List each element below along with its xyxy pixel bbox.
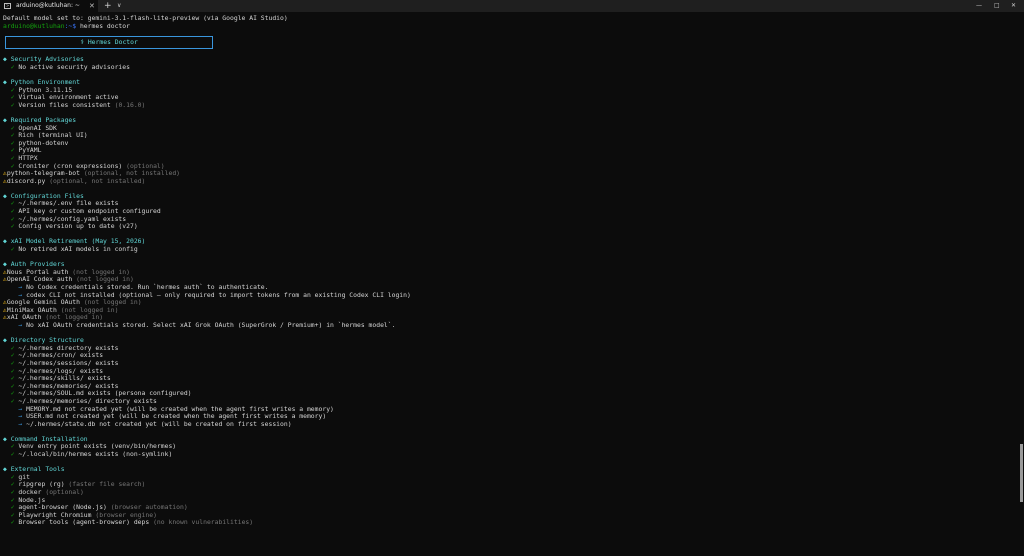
check-item: ✓ Virtual environment active — [3, 93, 1013, 102]
section-header: ◆ Auth Providers — [3, 260, 1013, 269]
check-icon: ✓ — [3, 222, 19, 231]
command-line: arduino@kutluhan:~$ hermes doctor — [3, 21, 1013, 31]
check-item: ✓ ~/.hermes/cron/ exists — [3, 352, 1013, 360]
check-item: ✓ API key or custom endpoint configured — [3, 207, 1013, 216]
doctor-banner: ⚕ Hermes Doctor — [5, 36, 213, 50]
title-bar: > arduino@kutluhan: ~ ✕ + ∨ — □ ✕ — [0, 0, 1024, 12]
banner-title: ⚕ Hermes Doctor — [80, 38, 138, 47]
check-icon: ✓ — [3, 450, 19, 459]
item-text: Version files consistent — [18, 100, 111, 109]
check-icon: ✓ — [3, 518, 19, 527]
scrollbar-thumb[interactable] — [1020, 444, 1023, 502]
check-icon: ✓ — [3, 100, 19, 109]
item-text: No active security advisories — [18, 62, 130, 71]
check-item: ✓ ~/.hermes/logs/ exists — [3, 367, 1013, 376]
arrow-icon: → — [3, 320, 27, 329]
check-item: ✓ ~/.hermes/config.yaml exists — [3, 215, 1013, 224]
item-text: ~/.hermes/state.db not created yet (will… — [26, 419, 292, 428]
check-item: ✓ No retired xAI models in config — [3, 245, 1013, 254]
prompt-user: arduino@kutluhan — [3, 21, 65, 30]
section-header: ◆ Directory Structure — [3, 336, 1013, 345]
check-icon: ✓ — [3, 245, 19, 254]
section-header: ◆ External Tools — [3, 465, 1013, 474]
item-note: (optional, not installed) — [49, 176, 146, 185]
check-item: ✓ Rich (terminal UI) — [3, 131, 1013, 140]
check-item: ✓ ~/.hermes/skills/ exists — [3, 374, 1013, 383]
item-text: No retired xAI models in config — [18, 245, 138, 254]
check-icon: ✓ — [3, 62, 19, 71]
check-item: ✓ ~/.hermes directory exists — [3, 344, 1013, 353]
check-item: ✓ No active security advisories — [3, 62, 1013, 72]
status-line: Default model set to: gemini-3.1-flash-l… — [3, 14, 288, 22]
check-item: ✓ Python 3.11.15 — [3, 86, 1013, 95]
check-item: ✓ PyYAML — [3, 147, 1013, 155]
check-item: ✓ ~/.local/bin/hermes exists (non-symlin… — [3, 450, 1013, 459]
check-item: → No xAI OAuth credentials stored. Selec… — [3, 320, 1013, 330]
check-item: → ~/.hermes/state.db not created yet (wi… — [3, 419, 1013, 429]
minimize-button[interactable]: — — [976, 0, 982, 12]
item-text: Browser tools (agent-browser) deps — [18, 518, 150, 527]
check-item: ✓ docker (optional) — [3, 488, 1013, 497]
check-item: ⚠python-telegram-bot (optional, not inst… — [3, 169, 1013, 178]
check-item: ✓ ripgrep (rg) (faster file search) — [3, 481, 1013, 489]
check-item: ⚠Google Gemini OAuth (not logged in) — [3, 298, 1013, 307]
section-header: ◆ Required Packages — [3, 116, 1013, 125]
section-header: ◆ xAI Model Retirement (May 15, 2026) — [3, 238, 1013, 246]
item-note: (optional) — [45, 488, 84, 497]
tab-close-icon[interactable]: ✕ — [89, 0, 95, 12]
item-note: (no known vulnerabilities) — [153, 518, 254, 527]
section-header: ◆ Security Advisories — [3, 55, 1013, 64]
item-text: No xAI OAuth credentials stored. Select … — [26, 320, 396, 329]
terminal-tab[interactable]: > arduino@kutluhan: ~ ✕ — [0, 0, 98, 12]
check-item: ✓ Version files consistent (0.16.0) — [3, 100, 1013, 110]
section-header: ◆ Python Environment — [3, 78, 1013, 87]
check-item: ✓ Config version up to date (v27) — [3, 222, 1013, 231]
check-item: ✓ ~/.hermes/sessions/ exists — [3, 359, 1013, 368]
prompt-path: :~$ — [64, 21, 77, 30]
item-text: discord.py — [6, 176, 46, 185]
check-item: ⚠Nous Portal auth (not logged in) — [3, 268, 1013, 277]
item-text: ~/.local/bin/hermes exists (non-symlink) — [18, 450, 173, 459]
check-item: ✓ OpenAI SDK — [3, 124, 1013, 133]
section-header: ◆ Configuration Files — [3, 192, 1013, 201]
check-item: ✓ python-dotenv — [3, 139, 1013, 148]
command-text: hermes doctor — [76, 21, 130, 30]
doctor-sections: ◆ Security Advisories ✓ No active securi… — [3, 55, 1013, 527]
new-tab-button[interactable]: + — [104, 0, 112, 12]
item-text: Config version up to date (v27) — [18, 222, 138, 231]
check-item: ✓ Browser tools (agent-browser) deps (no… — [3, 519, 1013, 527]
close-window-button[interactable]: ✕ — [1011, 0, 1016, 12]
item-note: (0.16.0) — [114, 100, 146, 109]
check-item: ⚠discord.py (optional, not installed) — [3, 176, 1013, 186]
maximize-button[interactable]: □ — [994, 0, 1000, 12]
terminal-icon: > — [4, 3, 11, 9]
check-item: → codex CLI not installed (optional — on… — [3, 291, 1013, 300]
check-item: ⚠MiniMax OAuth (not logged in) — [3, 306, 1013, 315]
tab-title: arduino@kutluhan: ~ — [16, 2, 80, 9]
check-item: ✓ git — [3, 473, 1013, 482]
terminal-output[interactable]: Default model set to: gemini-3.1-flash-l… — [3, 14, 1013, 527]
arrow-icon: → — [3, 419, 27, 428]
tab-dropdown-button[interactable]: ∨ — [117, 0, 121, 12]
